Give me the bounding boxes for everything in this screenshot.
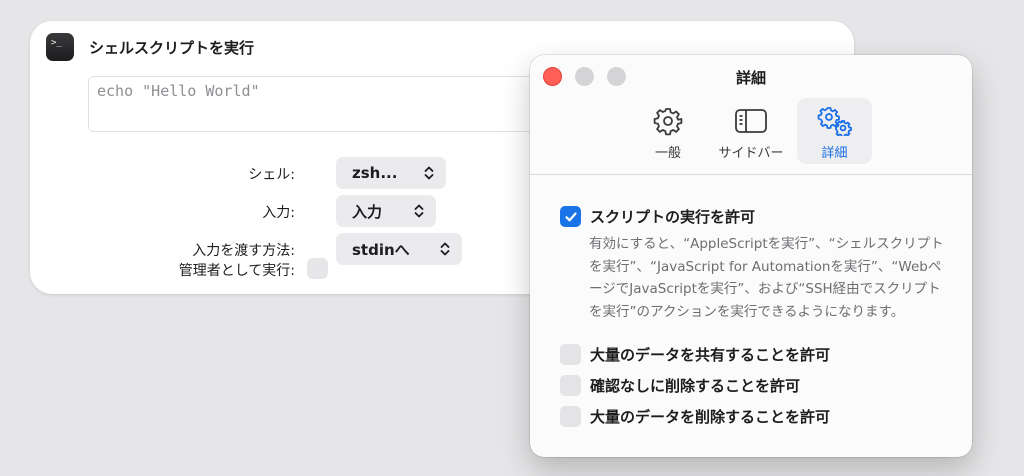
run-as-admin-label: 管理者として実行:	[178, 263, 295, 279]
allow-deleting-large-data-checkbox[interactable]	[560, 406, 581, 427]
allow-scripts-label: スクリプトの実行を許可	[590, 208, 756, 226]
input-popup-value: 入力	[352, 202, 383, 221]
advanced-settings-window: 詳細 一般 サイドバー 詳細 スクリプトの実行を許可 有効にすると、“Apple…	[530, 55, 972, 457]
allow-scripts-description: 有効にすると、“AppleScriptを実行”、“シェルスクリプトを実行”、“J…	[589, 236, 944, 320]
allow-scripts-checkbox[interactable]	[560, 206, 581, 227]
tab-advanced-label: 詳細	[821, 146, 848, 161]
allow-deleting-large-data-option[interactable]: 大量のデータを削除することを許可	[560, 406, 830, 427]
allow-sharing-large-data-label: 大量のデータを共有することを許可	[590, 346, 831, 364]
run-as-admin-checkbox[interactable]	[307, 258, 328, 279]
tab-general-label: 一般	[654, 146, 681, 161]
allow-deleting-large-data-label: 大量のデータを削除することを許可	[590, 408, 831, 426]
tab-general[interactable]: 一般	[640, 98, 696, 164]
shell-popup-value: zsh...	[352, 164, 398, 182]
shell-popup[interactable]: zsh...	[336, 157, 446, 189]
tab-sidebar-label: サイドバー	[718, 146, 784, 161]
script-text[interactable]: echo "Hello World"	[97, 82, 260, 100]
action-title: シェルスクリプトを実行	[89, 39, 255, 57]
window-title: 詳細	[735, 69, 766, 87]
allow-delete-without-confirm-label: 確認なしに削除することを許可	[590, 377, 801, 395]
allow-sharing-large-data-option[interactable]: 大量のデータを共有することを許可	[560, 344, 830, 365]
pass-input-popup-value: stdinへ	[352, 240, 410, 259]
allow-delete-without-confirm-checkbox[interactable]	[560, 375, 581, 396]
allow-sharing-large-data-checkbox[interactable]	[560, 344, 581, 365]
allow-delete-without-confirm-option[interactable]: 確認なしに削除することを許可	[560, 375, 800, 396]
checkmark-icon	[564, 211, 577, 221]
tab-advanced[interactable]: 詳細	[797, 98, 872, 164]
input-label: 入力:	[262, 205, 295, 221]
allow-scripts-option[interactable]: スクリプトの実行を許可	[560, 206, 755, 227]
chevron-updown-icon	[414, 204, 424, 218]
input-popup[interactable]: 入力	[336, 195, 436, 227]
pass-input-label: 入力を渡す方法:	[192, 243, 295, 259]
shortcuts-editor: >_ シェルスクリプトを実行 echo "Hello World" シェル: z…	[0, 0, 1024, 476]
terminal-icon: >_	[46, 33, 74, 61]
gears-icon	[817, 107, 852, 136]
sidebar-icon	[735, 109, 767, 133]
gear-icon	[653, 108, 683, 136]
shell-label: シェル:	[248, 167, 295, 183]
chevron-updown-icon	[424, 166, 434, 180]
pass-input-popup[interactable]: stdinへ	[336, 233, 462, 265]
tab-sidebar[interactable]: サイドバー	[710, 98, 792, 164]
toolbar-divider	[530, 174, 972, 175]
chevron-updown-icon	[440, 242, 450, 256]
